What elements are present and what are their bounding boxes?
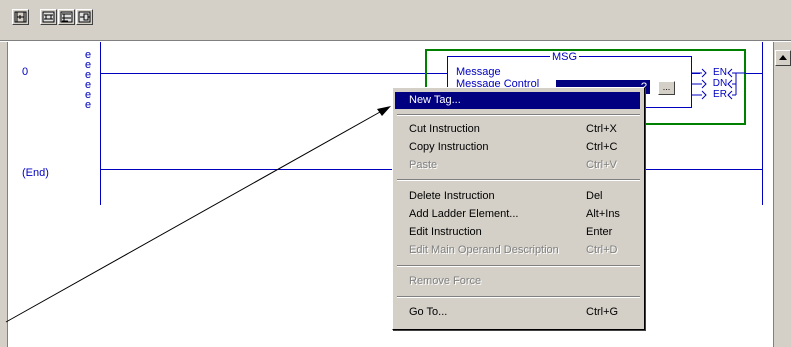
menu-item-shortcut: Alt+Ins bbox=[586, 208, 620, 220]
menu-item-label: Cut Instruction bbox=[409, 123, 480, 135]
menu-item-label: Edit Main Operand Description bbox=[409, 244, 559, 256]
menu-item-label: Add Ladder Element... bbox=[409, 208, 519, 220]
menu-item-shortcut: Ctrl+C bbox=[586, 141, 618, 153]
menu-item-paste: Paste Ctrl+V bbox=[395, 157, 640, 174]
menu-item-edit-instruction[interactable]: Edit Instruction Enter bbox=[395, 224, 640, 241]
menu-item-edit-main-operand-description: Edit Main Operand Description Ctrl+D bbox=[395, 242, 640, 259]
menu-item-go-to[interactable]: Go To... Ctrl+G bbox=[395, 304, 640, 321]
menu-separator bbox=[397, 114, 640, 116]
menu-item-label: Edit Instruction bbox=[409, 226, 482, 238]
menu-item-shortcut: Enter bbox=[586, 226, 613, 238]
menu-separator bbox=[397, 265, 640, 267]
menu-item-shortcut: Ctrl+X bbox=[586, 123, 617, 135]
menu-item-delete-instruction[interactable]: Delete Instruction Del bbox=[395, 188, 640, 205]
menu-item-label: New Tag... bbox=[409, 94, 461, 106]
menu-item-remove-force: Remove Force bbox=[395, 273, 640, 290]
menu-item-add-ladder-element[interactable]: Add Ladder Element... Alt+Ins bbox=[395, 206, 640, 223]
menu-item-shortcut: Ctrl+D bbox=[586, 244, 618, 256]
menu-item-shortcut: Del bbox=[586, 190, 603, 202]
menu-item-label: Go To... bbox=[409, 306, 448, 318]
menu-item-label: Paste bbox=[409, 159, 438, 171]
menu-item-label: Remove Force bbox=[409, 275, 482, 287]
context-menu: New Tag... Cut Instruction Ctrl+X Copy I… bbox=[392, 87, 645, 330]
menu-item-cut-instruction[interactable]: Cut Instruction Ctrl+X bbox=[395, 121, 640, 138]
menu-separator bbox=[397, 296, 640, 298]
menu-item-label: Delete Instruction bbox=[409, 190, 495, 202]
menu-item-copy-instruction[interactable]: Copy Instruction Ctrl+C bbox=[395, 139, 640, 156]
menu-item-shortcut: Ctrl+G bbox=[586, 306, 619, 318]
menu-item-shortcut: Ctrl+V bbox=[586, 159, 617, 171]
menu-separator bbox=[397, 179, 640, 181]
menu-item-label: Copy Instruction bbox=[409, 141, 489, 153]
menu-item-new-tag[interactable]: New Tag... bbox=[395, 92, 640, 109]
